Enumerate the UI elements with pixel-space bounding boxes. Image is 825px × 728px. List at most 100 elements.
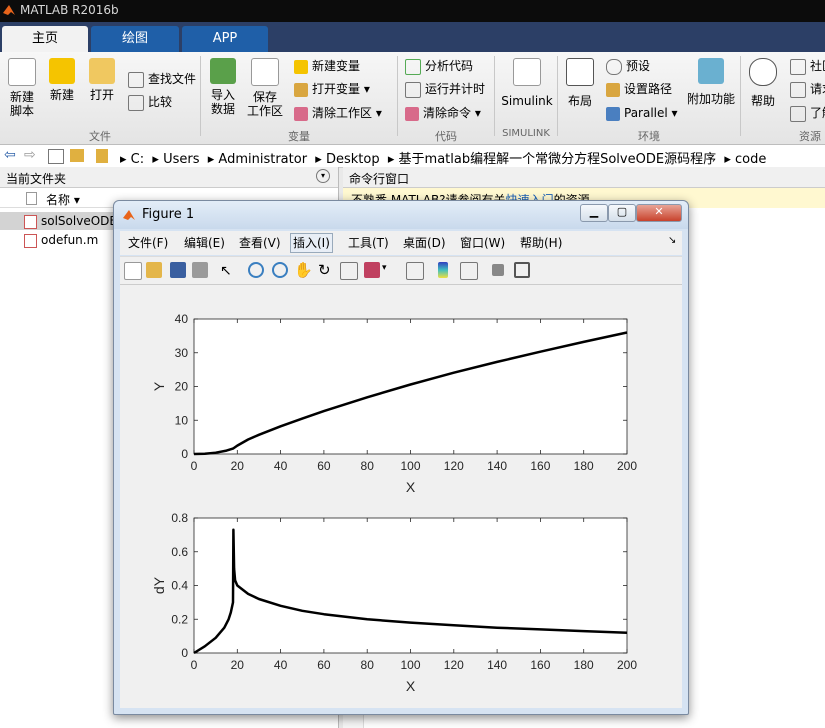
save-icon[interactable] bbox=[170, 262, 186, 278]
app-title: MATLAB R2016b bbox=[20, 3, 119, 17]
help-label: 帮助 bbox=[750, 94, 775, 108]
pointer-icon[interactable]: ↖ bbox=[220, 263, 232, 279]
clear-workspace-button[interactable]: 清除工作区 ▾ bbox=[294, 104, 382, 122]
folder-icon bbox=[89, 58, 115, 84]
clear-workspace-label: 清除工作区 bbox=[312, 106, 373, 120]
forward-arrow-icon[interactable]: ⇨ bbox=[24, 147, 36, 163]
minimize-button[interactable]: ▁ bbox=[580, 204, 608, 222]
x-axis-label: X bbox=[406, 479, 416, 495]
open-button[interactable]: 打开 bbox=[84, 58, 120, 102]
menu-window[interactable]: 窗口(W) bbox=[458, 234, 507, 252]
panel-actions-icon[interactable]: ▾ bbox=[316, 169, 330, 183]
find-files-button[interactable]: 查找文件 bbox=[128, 70, 196, 88]
learn-icon bbox=[790, 105, 806, 122]
compare-button[interactable]: 比较 bbox=[128, 93, 172, 111]
x-tick-label: 60 bbox=[317, 658, 331, 672]
open-variable-icon bbox=[294, 82, 308, 97]
y-tick-label: 0.4 bbox=[171, 579, 188, 593]
x-tick-label: 0 bbox=[191, 658, 198, 672]
breadcrumb-desktop[interactable]: Desktop bbox=[326, 152, 380, 167]
maximize-button[interactable]: ▢ bbox=[608, 204, 636, 222]
menu-edit[interactable]: 编辑(E) bbox=[182, 234, 227, 252]
figure-title-bar[interactable]: Figure 1 ▁ ▢ ✕ bbox=[114, 201, 688, 229]
x-tick-label: 20 bbox=[231, 459, 245, 473]
plot-area[interactable]: 0 20 40 60 80 100 120 140 160 180 200010203040XY0 2… bbox=[120, 285, 682, 708]
new-variable-button[interactable]: 新建变量 bbox=[294, 57, 360, 75]
up-folder-icon[interactable] bbox=[48, 149, 64, 164]
preferences-button[interactable]: 预设 bbox=[606, 57, 650, 75]
analyze-code-button[interactable]: 分析代码 bbox=[405, 57, 473, 75]
x-tick-label: 40 bbox=[274, 459, 288, 473]
help-button[interactable]: 帮助 bbox=[746, 58, 780, 108]
brush-dropdown-icon[interactable]: ▾ bbox=[382, 263, 387, 273]
add-ons-cubes-icon bbox=[698, 58, 724, 84]
simulink-button[interactable]: Simulink bbox=[500, 58, 554, 108]
brush-icon[interactable] bbox=[364, 262, 380, 278]
ribbon-tab-strip: 主页 绘图 APP bbox=[0, 22, 825, 52]
link-plot-icon[interactable] bbox=[406, 262, 424, 280]
menu-view[interactable]: 查看(V) bbox=[237, 234, 283, 252]
zoom-in-icon[interactable] bbox=[248, 262, 264, 278]
menu-desktop[interactable]: 桌面(D) bbox=[401, 234, 448, 252]
print-icon[interactable] bbox=[192, 262, 208, 278]
clear-commands-button[interactable]: 清除命令 ▾ bbox=[405, 104, 481, 122]
parallel-button[interactable]: Parallel ▾ bbox=[606, 104, 678, 122]
show-plot-tools-icon[interactable] bbox=[514, 262, 530, 278]
pan-hand-icon[interactable]: ✋ bbox=[294, 261, 313, 279]
x-tick-label: 20 bbox=[231, 658, 245, 672]
legend-icon[interactable] bbox=[460, 262, 478, 280]
simulink-label: Simulink bbox=[501, 94, 553, 108]
new-script-button[interactable]: 新建 脚本 bbox=[4, 58, 40, 118]
close-button[interactable]: ✕ bbox=[636, 204, 682, 222]
set-path-label: 设置路径 bbox=[624, 82, 673, 96]
learn-label: 了解 bbox=[810, 106, 825, 120]
set-path-button[interactable]: 设置路径 bbox=[606, 80, 672, 98]
browse-folder-icon[interactable] bbox=[70, 149, 84, 162]
breadcrumb-project-folder[interactable]: 基于matlab编程解一个常微分方程SolveODE源码程序 bbox=[399, 152, 717, 167]
y-tick-label: 20 bbox=[175, 380, 189, 394]
layout-button[interactable]: 布局 bbox=[563, 58, 597, 108]
y-tick-label: 0 bbox=[181, 447, 188, 461]
breadcrumb-drive[interactable]: C: bbox=[131, 152, 144, 167]
open-variable-button[interactable]: 打开变量 ▾ bbox=[294, 80, 370, 98]
tab-apps[interactable]: APP bbox=[182, 26, 268, 52]
menu-insert[interactable]: 插入(I) bbox=[290, 233, 333, 253]
breadcrumb-code[interactable]: code bbox=[735, 152, 766, 167]
new-button[interactable]: 新建 bbox=[44, 58, 80, 102]
breadcrumb-administrator[interactable]: Administrator bbox=[218, 152, 307, 167]
request-support-button[interactable]: 请求 bbox=[790, 80, 825, 98]
hide-plot-tools-icon[interactable] bbox=[492, 264, 504, 276]
new-figure-icon[interactable] bbox=[124, 262, 142, 280]
rotate-3d-icon[interactable]: ↻ bbox=[318, 261, 331, 279]
import-data-button[interactable]: 导入 数据 bbox=[206, 58, 240, 116]
add-ons-button[interactable]: 附加功能 bbox=[686, 58, 736, 106]
run-time-icon bbox=[405, 81, 421, 98]
tab-home[interactable]: 主页 bbox=[2, 26, 88, 52]
community-button[interactable]: 社区 bbox=[790, 57, 825, 75]
back-arrow-icon[interactable]: ⇦ bbox=[4, 147, 16, 163]
breadcrumb-users[interactable]: Users bbox=[163, 152, 199, 167]
new-plus-icon bbox=[49, 58, 75, 84]
colorbar-icon[interactable] bbox=[438, 262, 448, 278]
menu-file[interactable]: 文件(F) bbox=[126, 234, 170, 252]
path-bar: ⇦ ⇨ ▸ C: ▸ Users ▸ Administrator ▸ Deskt… bbox=[0, 145, 825, 168]
menu-tools[interactable]: 工具(T) bbox=[346, 234, 391, 252]
data-cursor-icon[interactable] bbox=[340, 262, 358, 280]
dock-arrow-icon[interactable]: ↘ bbox=[668, 235, 676, 246]
group-label-resources: 资源 bbox=[799, 130, 821, 143]
x-tick-label: 120 bbox=[444, 658, 464, 672]
name-column-header[interactable]: 名称 ▾ bbox=[46, 191, 80, 208]
m-file-icon bbox=[24, 215, 37, 229]
figure-title: Figure 1 bbox=[142, 207, 195, 222]
zoom-out-icon[interactable] bbox=[272, 262, 288, 278]
app-title-bar: MATLAB R2016b bbox=[0, 0, 825, 22]
open-file-icon[interactable] bbox=[146, 262, 162, 278]
tab-plots[interactable]: 绘图 bbox=[91, 26, 179, 52]
learn-button[interactable]: 了解 bbox=[790, 104, 825, 122]
run-and-time-button[interactable]: 运行并计时 bbox=[405, 80, 485, 98]
x-axis-label: X bbox=[406, 678, 416, 694]
help-question-icon bbox=[749, 58, 777, 86]
menu-help[interactable]: 帮助(H) bbox=[518, 234, 564, 252]
save-workspace-button[interactable]: 保存 工作区 bbox=[244, 58, 286, 118]
group-label-code: 代码 bbox=[435, 130, 457, 143]
